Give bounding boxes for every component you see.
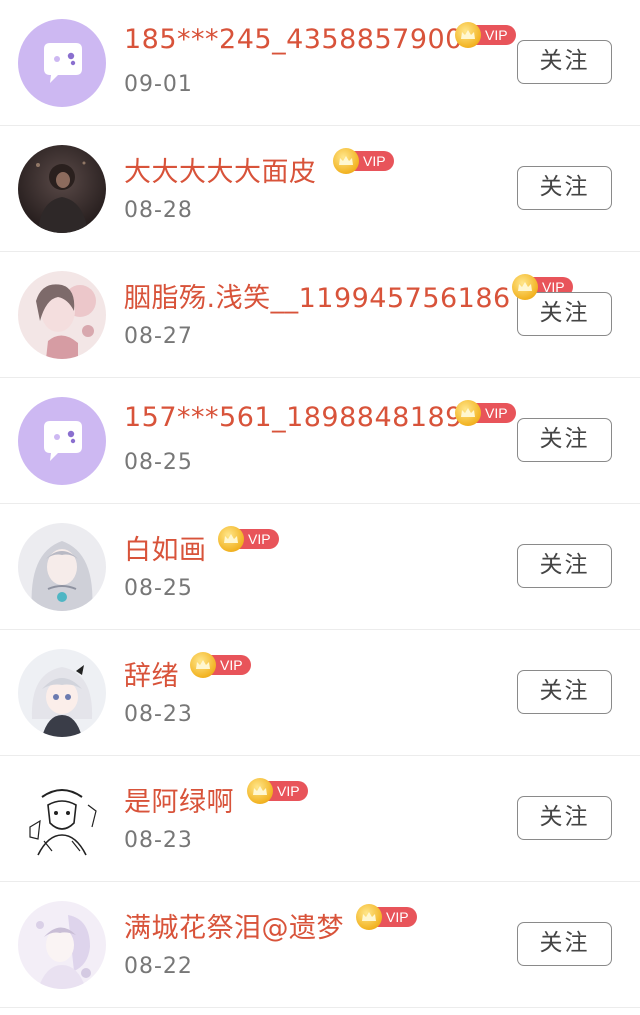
- crown-icon: [333, 148, 359, 174]
- follow-button[interactable]: 关注: [517, 796, 612, 840]
- chat-bubble-icon: [18, 397, 106, 485]
- date-label: 08-23: [124, 702, 193, 727]
- crown-icon: [356, 904, 382, 930]
- list-item[interactable]: 满城花祭泪@遗梦 VIP 08-22 关注: [0, 882, 640, 1008]
- avatar[interactable]: [18, 19, 106, 107]
- follower-list: 185***245_4358857900 VIP 09-01 关注 大大大大大面…: [0, 0, 640, 1008]
- user-name[interactable]: 胭脂殇.浅笑__119945756186: [124, 276, 511, 315]
- user-name[interactable]: 辞绪: [124, 654, 179, 693]
- crown-icon: [455, 22, 481, 48]
- avatar[interactable]: [18, 145, 106, 233]
- list-item[interactable]: 辞绪 VIP 08-23 关注: [0, 630, 640, 756]
- date-label: 08-27: [124, 324, 193, 349]
- user-name[interactable]: 大大大大大面皮: [124, 150, 317, 189]
- crown-icon: [247, 778, 273, 804]
- follow-button[interactable]: 关注: [517, 166, 612, 210]
- follow-button[interactable]: 关注: [517, 544, 612, 588]
- user-name[interactable]: 是阿绿啊: [124, 780, 234, 819]
- date-label: 08-22: [124, 954, 193, 979]
- list-item[interactable]: 白如画 VIP 08-25 关注: [0, 504, 640, 630]
- user-name[interactable]: 白如画: [124, 528, 207, 567]
- crown-icon: [218, 526, 244, 552]
- vip-badge: VIP: [218, 526, 279, 552]
- avatar[interactable]: [18, 271, 106, 359]
- vip-badge: VIP: [455, 400, 516, 426]
- list-item[interactable]: 是阿绿啊 VIP 08-23 关注: [0, 756, 640, 882]
- avatar[interactable]: [18, 649, 106, 737]
- vip-badge: VIP: [333, 148, 394, 174]
- date-label: 09-01: [124, 72, 193, 97]
- user-name[interactable]: 185***245_4358857900: [124, 24, 463, 55]
- date-label: 08-28: [124, 198, 193, 223]
- crown-icon: [512, 274, 538, 300]
- vip-badge: VIP: [455, 22, 516, 48]
- list-item[interactable]: 大大大大大面皮 VIP 08-28 关注: [0, 126, 640, 252]
- avatar[interactable]: [18, 523, 106, 611]
- chat-bubble-icon: [18, 19, 106, 107]
- vip-badge: VIP: [190, 652, 251, 678]
- list-item[interactable]: 157***561_1898848189 VIP 08-25 关注: [0, 378, 640, 504]
- avatar[interactable]: [18, 397, 106, 485]
- list-item[interactable]: 胭脂殇.浅笑__119945756186 VIP 08-27 关注: [0, 252, 640, 378]
- follow-button[interactable]: 关注: [517, 292, 612, 336]
- date-label: 08-25: [124, 576, 193, 601]
- list-item[interactable]: 185***245_4358857900 VIP 09-01 关注: [0, 0, 640, 126]
- follow-button[interactable]: 关注: [517, 418, 612, 462]
- date-label: 08-23: [124, 828, 193, 853]
- date-label: 08-25: [124, 450, 193, 475]
- follow-button[interactable]: 关注: [517, 922, 612, 966]
- vip-badge: VIP: [247, 778, 308, 804]
- crown-icon: [455, 400, 481, 426]
- follow-button[interactable]: 关注: [517, 40, 612, 84]
- avatar[interactable]: [18, 901, 106, 989]
- vip-badge: VIP: [356, 904, 417, 930]
- crown-icon: [190, 652, 216, 678]
- follow-button[interactable]: 关注: [517, 670, 612, 714]
- avatar[interactable]: [18, 775, 106, 863]
- user-name[interactable]: 满城花祭泪@遗梦: [124, 906, 344, 945]
- user-name[interactable]: 157***561_1898848189: [124, 402, 463, 433]
